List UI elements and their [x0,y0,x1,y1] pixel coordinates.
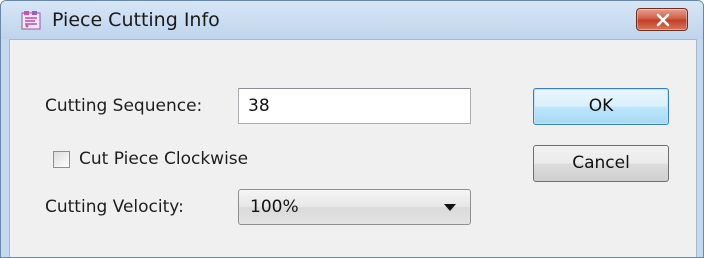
close-button[interactable] [636,8,688,31]
app-icon [21,10,41,30]
cutting-sequence-input[interactable] [238,88,471,124]
cut-clockwise-checkbox[interactable] [53,151,70,168]
cut-clockwise-label[interactable]: Cut Piece Clockwise [79,149,248,169]
cancel-button[interactable]: Cancel [533,145,669,182]
cutting-velocity-value: 100% [250,197,299,217]
dialog-content: Cutting Sequence: Cut Piece Clockwise Cu… [9,39,697,257]
dialog-window: Piece Cutting Info Cutting Sequence: Cut… [0,0,704,258]
window-title: Piece Cutting Info [52,9,220,31]
ok-button[interactable]: OK [533,88,669,125]
cutting-velocity-select[interactable]: 100% [238,189,471,225]
cutting-velocity-label: Cutting Velocity: [45,197,184,217]
cutting-sequence-label: Cutting Sequence: [45,96,203,116]
close-icon [656,13,670,27]
chevron-down-icon [444,204,456,211]
title-bar[interactable]: Piece Cutting Info [1,1,703,39]
